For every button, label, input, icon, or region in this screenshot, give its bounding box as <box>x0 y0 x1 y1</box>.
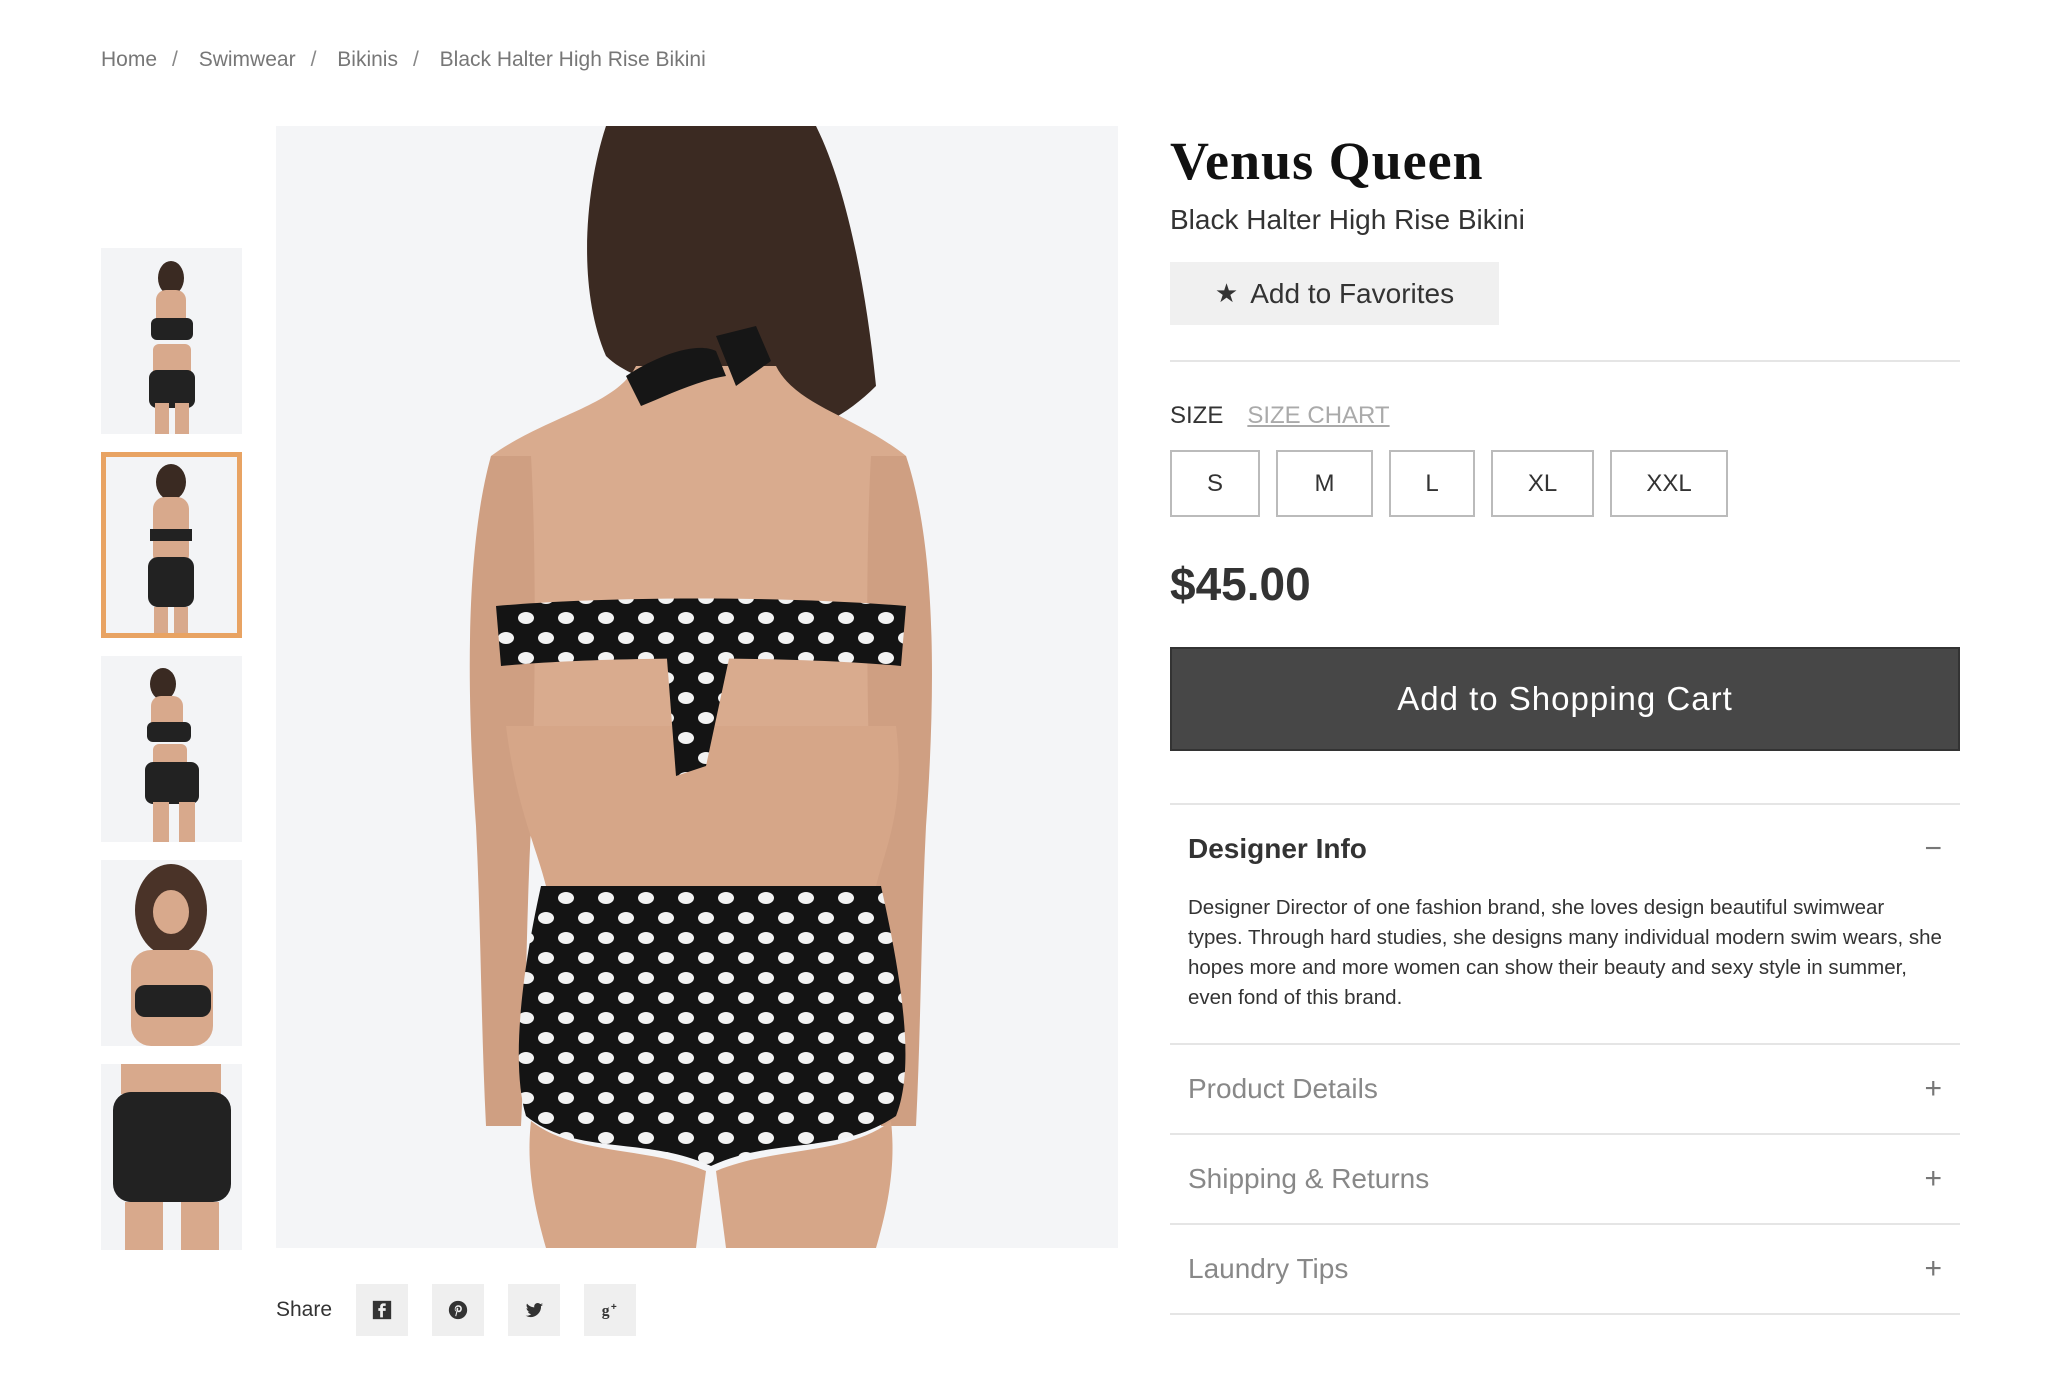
thumbnail-1[interactable] <box>101 248 242 434</box>
accordion-title: Designer Info <box>1188 833 1367 864</box>
breadcrumb: Home / Swimwear / Bikinis / Black Halter Hi… <box>101 48 706 72</box>
product-price: $45.00 <box>1170 558 1311 610</box>
breadcrumb-separator: / <box>310 48 317 71</box>
main-product-image[interactable] <box>276 126 1118 1248</box>
accordion-title: Product Details <box>1188 1073 1378 1104</box>
size-option-l[interactable]: L <box>1389 450 1475 517</box>
accordion-header-shipping-returns[interactable]: Shipping & Returns + <box>1170 1135 1960 1223</box>
accordion-header-product-details[interactable]: Product Details + <box>1170 1045 1960 1133</box>
plus-icon[interactable]: + <box>1924 1072 1942 1106</box>
minus-icon[interactable]: − <box>1924 832 1942 866</box>
add-to-cart-button[interactable]: Add to Shopping Cart <box>1170 647 1960 751</box>
product-thumbnail-image <box>113 1064 231 1250</box>
size-option-s[interactable]: S <box>1170 450 1260 517</box>
share-bar: Share g + <box>276 1284 660 1336</box>
breadcrumb-swimwear[interactable]: Swimwear <box>199 48 296 71</box>
brand-title: Venus Queen <box>1170 131 1484 191</box>
accordion-title: Laundry Tips <box>1188 1253 1349 1284</box>
pinterest-icon <box>448 1300 468 1320</box>
divider <box>1170 360 1960 362</box>
twitter-share-button[interactable] <box>508 1284 561 1336</box>
accordion-laundry-tips: Laundry Tips + <box>1170 1225 1960 1315</box>
product-info-panel: Venus Queen Black Halter High Rise Bikin… <box>1170 126 1960 1315</box>
star-icon: ★ <box>1214 278 1239 308</box>
twitter-icon <box>525 1303 544 1318</box>
plus-icon[interactable]: + <box>1924 1252 1942 1286</box>
size-option-m[interactable]: M <box>1276 450 1373 517</box>
product-thumbnail-image <box>149 261 195 434</box>
product-accordion: Designer Info − Designer Director of one… <box>1170 803 1960 1315</box>
breadcrumb-separator: / <box>412 48 419 71</box>
breadcrumb-separator: / <box>172 48 178 71</box>
share-label: Share <box>276 1298 333 1321</box>
thumbnail-4[interactable] <box>101 860 242 1046</box>
accordion-header-designer-info[interactable]: Designer Info − <box>1170 805 1960 893</box>
size-header: SIZE SIZE CHART <box>1170 402 1960 430</box>
product-thumbnail-image <box>148 464 194 633</box>
thumbnail-3[interactable] <box>101 656 242 842</box>
size-option-xxl[interactable]: XXL <box>1610 450 1728 517</box>
product-name: Black Halter High Rise Bikini <box>1170 204 1525 235</box>
pinterest-share-button[interactable] <box>432 1284 485 1336</box>
size-label: SIZE <box>1170 402 1224 429</box>
size-chart-link[interactable]: SIZE CHART <box>1247 402 1389 430</box>
thumbnail-2-active[interactable] <box>101 452 242 638</box>
size-options: S M L XL XXL <box>1170 450 1960 517</box>
svg-text:g: g <box>602 1303 610 1320</box>
facebook-icon <box>372 1300 392 1320</box>
svg-text:+: + <box>611 1302 617 1313</box>
google-plus-share-button[interactable]: g + <box>584 1284 637 1336</box>
facebook-share-button[interactable] <box>356 1284 409 1336</box>
breadcrumb-bikinis[interactable]: Bikinis <box>337 48 398 71</box>
google-plus-icon: g + <box>602 1302 617 1320</box>
breadcrumb-current: Black Halter High Rise Bikini <box>439 48 706 71</box>
product-photo-back-view <box>469 126 932 1248</box>
product-thumbnail-image <box>145 668 199 842</box>
accordion-product-details: Product Details + <box>1170 1045 1960 1135</box>
size-option-xl[interactable]: XL <box>1491 450 1594 517</box>
accordion-header-laundry-tips[interactable]: Laundry Tips + <box>1170 1225 1960 1313</box>
accordion-title: Shipping & Returns <box>1188 1163 1430 1194</box>
add-to-favorites-label: Add to Favorites <box>1250 277 1455 309</box>
add-to-favorites-button[interactable]: ★ Add to Favorites <box>1170 262 1499 325</box>
accordion-shipping-returns: Shipping & Returns + <box>1170 1135 1960 1225</box>
product-thumbnail-image <box>131 864 213 1046</box>
plus-icon[interactable]: + <box>1924 1162 1942 1196</box>
designer-info-text: Designer Director of one fashion brand, … <box>1188 896 1942 1009</box>
accordion-designer-info: Designer Info − Designer Director of one… <box>1170 805 1960 1045</box>
thumbnail-5[interactable] <box>101 1064 242 1250</box>
breadcrumb-home[interactable]: Home <box>101 48 157 71</box>
